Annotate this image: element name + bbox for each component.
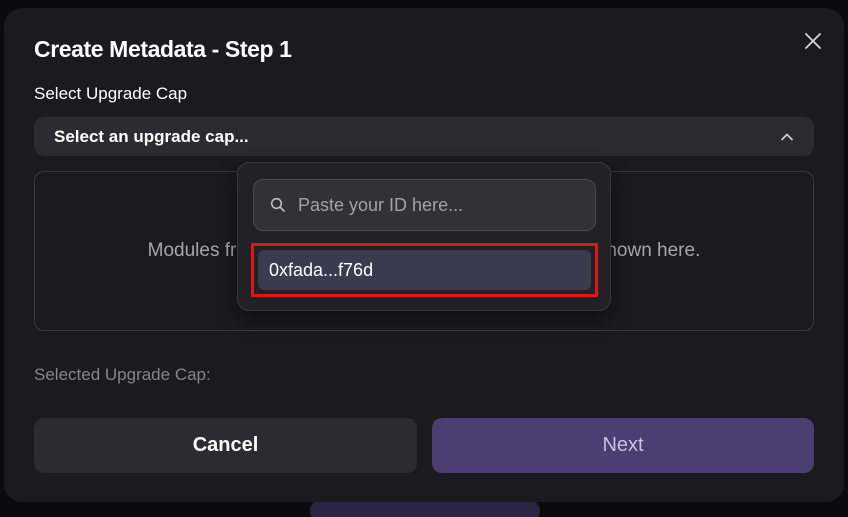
id-search-input[interactable]	[298, 180, 583, 230]
page: Create Metadata - Step 1 Select Upgrade …	[0, 0, 848, 517]
upgrade-cap-select-text: Select an upgrade cap...	[54, 127, 249, 146]
upgrade-cap-label: Select Upgrade Cap	[34, 84, 188, 103]
option-label: 0xfada...f76d	[269, 260, 374, 280]
modal-title: Create Metadata - Step 1	[34, 36, 292, 62]
background-glow	[310, 500, 540, 517]
next-button[interactable]: Next	[432, 418, 814, 473]
selected-upgrade-cap-label: Selected Upgrade Cap:	[34, 365, 211, 384]
search-icon	[270, 197, 286, 213]
modules-message-right: hown here.	[606, 240, 701, 261]
upgrade-cap-select[interactable]: Select an upgrade cap...	[34, 117, 814, 156]
cancel-button[interactable]: Cancel	[34, 418, 417, 473]
chevron-up-icon	[780, 130, 794, 144]
upgrade-cap-dropdown: 0xfada...f76d	[237, 162, 611, 311]
upgrade-cap-option[interactable]: 0xfada...f76d	[258, 250, 591, 290]
modules-message-left: Modules fr	[147, 240, 237, 261]
dropdown-search[interactable]	[253, 179, 596, 231]
close-icon[interactable]	[802, 30, 824, 52]
